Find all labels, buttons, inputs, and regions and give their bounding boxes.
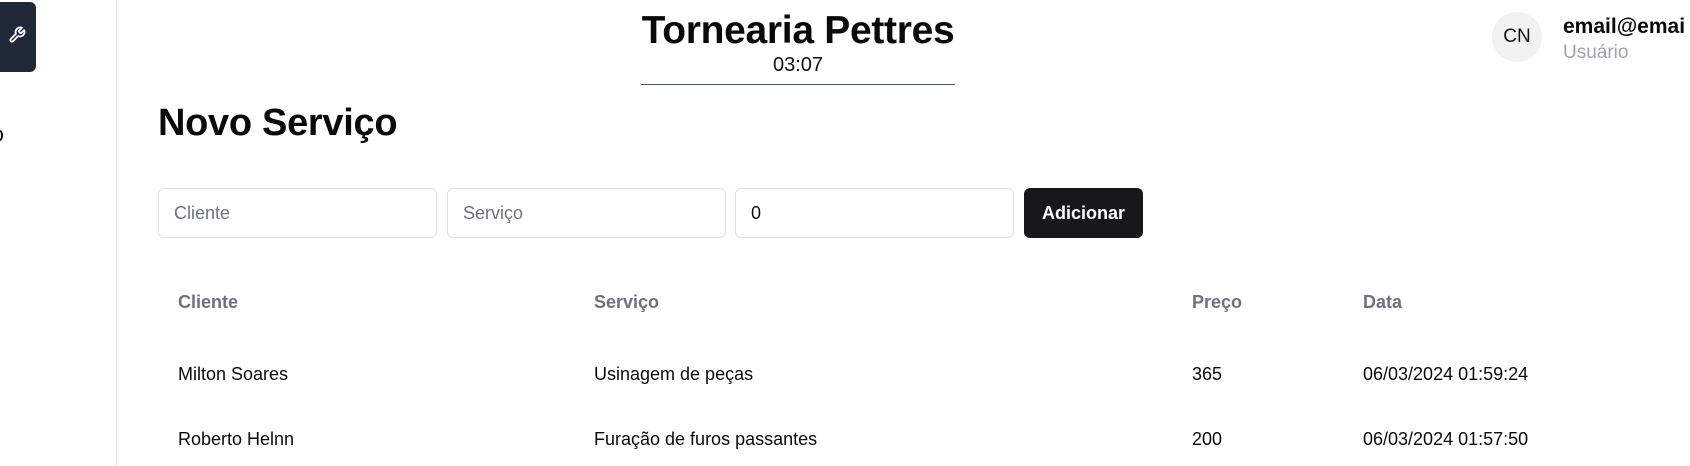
sidebar	[0, 0, 117, 466]
user-info: email@emai Usuário	[1563, 14, 1685, 66]
cell-cliente: Milton Soares	[178, 364, 289, 384]
cell-preco: 200	[1192, 429, 1223, 449]
column-header-servico: Serviço	[594, 292, 660, 312]
table-header: Cliente Serviço Preço Data	[158, 276, 1690, 341]
services-table: Cliente Serviço Preço Data Milton Soares…	[158, 276, 1690, 466]
user-menu[interactable]: CN email@emai Usuário	[1492, 12, 1685, 66]
servico-input[interactable]	[447, 188, 726, 238]
cell-data: 06/03/2024 01:59:24	[1363, 364, 1529, 384]
add-button[interactable]: Adicionar	[1024, 188, 1143, 238]
column-header-preco: Preço	[1192, 292, 1243, 312]
avatar[interactable]: CN	[1492, 12, 1542, 62]
clock-time: 03:07	[772, 54, 824, 76]
cell-data: 06/03/2024 01:57:50	[1363, 429, 1529, 449]
wrench-icon	[4, 26, 26, 49]
cell-servico: Furação de furos passantes	[594, 429, 818, 449]
cell-servico: Usinagem de peças	[594, 364, 754, 384]
table-row: Roberto Helnn Furação de furos passantes…	[158, 406, 1690, 466]
brand-title: Tornearia Pettres	[641, 9, 955, 52]
cell-preco: 365	[1192, 364, 1223, 384]
column-header-cliente: Cliente	[178, 292, 239, 312]
user-email: email@emai	[1563, 15, 1686, 38]
table-row: Milton Soares Usinagem de peças 365 06/0…	[158, 341, 1690, 406]
cell-cliente: Roberto Helnn	[178, 429, 295, 449]
cliente-input[interactable]	[158, 188, 437, 238]
preco-input[interactable]	[735, 188, 1014, 238]
page-title: Novo Serviço	[158, 102, 398, 144]
user-role: Usuário	[1563, 42, 1629, 63]
home-button[interactable]	[0, 2, 36, 72]
brand-header: Tornearia Pettres 03:07	[641, 8, 955, 85]
column-header-data: Data	[1363, 292, 1403, 312]
sidebar-nav-icon[interactable]	[0, 130, 3, 141]
